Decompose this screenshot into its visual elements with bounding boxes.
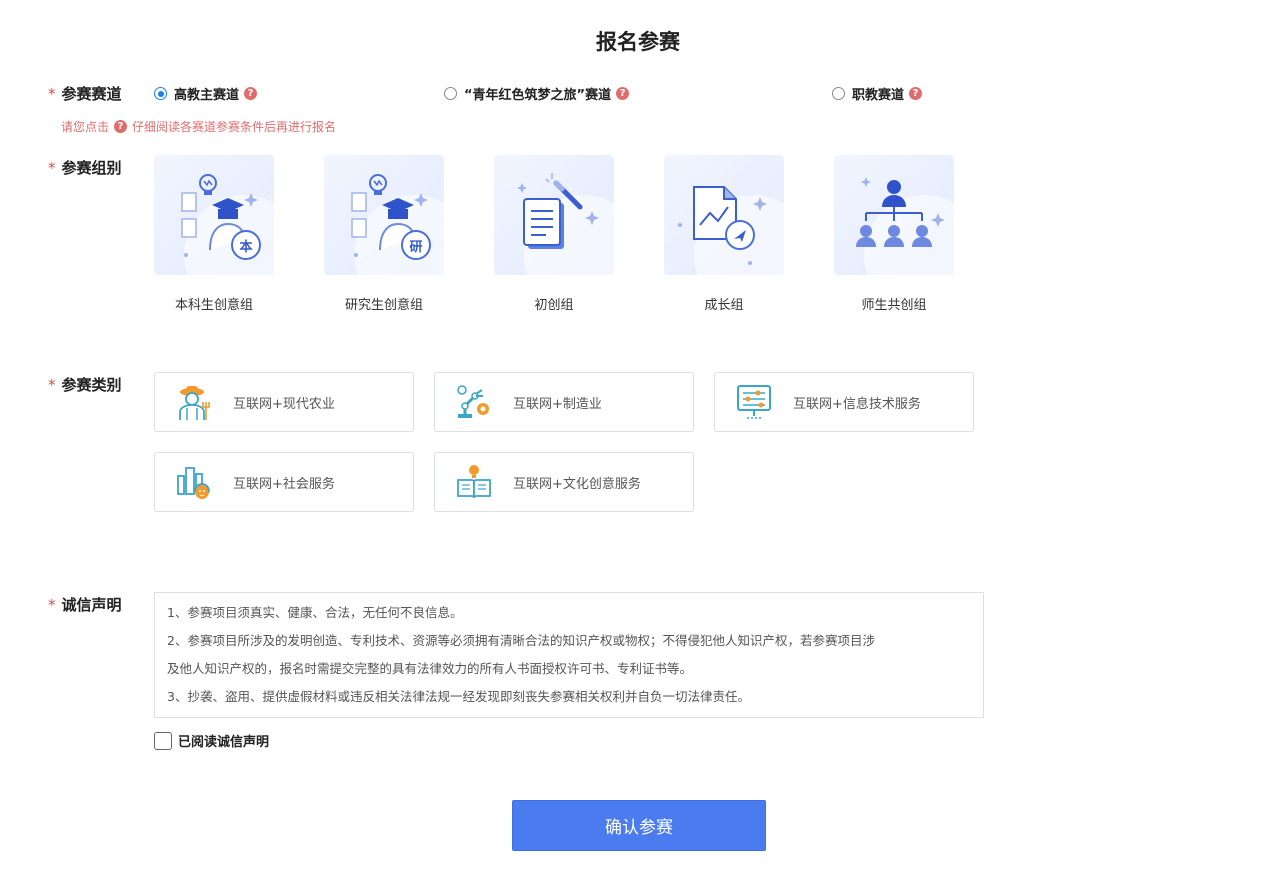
radio-button[interactable] bbox=[444, 87, 457, 100]
group-card-teacher-student[interactable]: 师生共创组 bbox=[834, 155, 954, 313]
category-label: 互联网+现代农业 bbox=[233, 396, 335, 412]
group-caption: 师生共创组 bbox=[861, 298, 927, 313]
group-label: * 参赛组别 bbox=[48, 157, 122, 178]
radio-vocational-track[interactable]: 职教赛道 ? bbox=[832, 84, 923, 103]
monitor-settings-icon bbox=[737, 385, 771, 419]
group-card-growth[interactable]: 成长组 bbox=[664, 155, 784, 313]
group-label-text: 参赛组别 bbox=[61, 159, 122, 177]
group-caption: 本科生创意组 bbox=[174, 298, 253, 313]
category-card-culture-creative[interactable]: 互联网+文化创意服务 bbox=[434, 452, 694, 512]
help-icon[interactable]: ? bbox=[244, 87, 258, 100]
required-mark: * bbox=[48, 85, 56, 103]
category-label: 互联网+信息技术服务 bbox=[793, 396, 921, 412]
chart-report-icon bbox=[664, 155, 784, 275]
help-icon: ? bbox=[114, 120, 128, 133]
radio-higher-edu-track[interactable]: 高教主赛道 ? bbox=[154, 84, 258, 103]
agree-checkbox[interactable] bbox=[154, 731, 172, 750]
statement-line: 1、参赛项目须真实、健康、合法，无任何不良信息。 bbox=[167, 605, 463, 620]
document-wand-icon bbox=[494, 155, 614, 275]
group-card-postgrad[interactable]: 研 研究生创意组 bbox=[324, 155, 444, 313]
radio-label: “青年红色筑梦之旅”赛道 bbox=[464, 88, 612, 103]
category-card-social-services[interactable]: 互联网+社会服务 bbox=[154, 452, 414, 512]
required-mark: * bbox=[48, 159, 56, 177]
category-card-agriculture[interactable]: 互联网+现代农业 bbox=[154, 372, 414, 432]
track-label-text: 参赛赛道 bbox=[61, 85, 122, 103]
category-label: 互联网+社会服务 bbox=[233, 476, 335, 492]
org-team-icon bbox=[834, 155, 954, 275]
help-icon[interactable]: ? bbox=[909, 87, 923, 100]
hint-text-after: 仔细阅读各赛道参赛条件后再进行报名 bbox=[132, 120, 337, 134]
statement-line: 及他人知识产权的，报名时需提交完整的具有法律效力的所有人书面授权许可书、专利证书… bbox=[167, 661, 693, 676]
help-icon[interactable]: ? bbox=[616, 87, 630, 100]
undergrad-idea-icon: 本 bbox=[154, 155, 274, 275]
category-card-manufacturing[interactable]: 互联网+制造业 bbox=[434, 372, 694, 432]
track-hint: 请您点击 ? 仔细阅读各赛道参赛条件后再进行报名 bbox=[61, 118, 336, 135]
postgrad-badge: 研 bbox=[409, 240, 423, 255]
confirm-submit-button[interactable]: 确认参赛 bbox=[512, 800, 766, 851]
farmer-icon bbox=[179, 386, 210, 420]
radio-label: 高教主赛道 bbox=[174, 88, 240, 103]
statement-line: 2、参赛项目所涉及的发明创造、专利技术、资源等必须拥有清晰合法的知识产权或物权；… bbox=[167, 633, 875, 648]
hint-text-before: 请您点击 bbox=[61, 120, 110, 134]
category-label-text: 参赛类别 bbox=[61, 376, 122, 394]
agree-checkbox-row[interactable]: 已阅读诚信声明 bbox=[154, 731, 269, 750]
statement-label: * 诚信声明 bbox=[48, 594, 122, 615]
category-label: 互联网+制造业 bbox=[513, 396, 602, 412]
group-card-startup[interactable]: 初创组 bbox=[494, 155, 614, 313]
group-caption: 研究生创意组 bbox=[344, 298, 423, 313]
integrity-statement-box: 1、参赛项目须真实、健康、合法，无任何不良信息。 2、参赛项目所涉及的发明创造、… bbox=[154, 592, 984, 718]
postgrad-idea-icon: 研 bbox=[324, 155, 444, 275]
city-support-icon bbox=[177, 467, 210, 499]
category-card-it-services[interactable]: 互联网+信息技术服务 bbox=[714, 372, 974, 432]
category-label: * 参赛类别 bbox=[48, 374, 122, 395]
statement-line: 3、抄袭、盗用、提供虚假材料或违反相关法律法规一经发现即刻丧失参赛相关权利并自负… bbox=[167, 689, 750, 704]
group-caption: 初创组 bbox=[534, 298, 574, 313]
agree-label: 已阅读诚信声明 bbox=[178, 735, 270, 750]
group-card-undergrad[interactable]: 本 本科生创意组 bbox=[154, 155, 274, 313]
radio-button-checked[interactable] bbox=[154, 87, 167, 100]
track-label: * 参赛赛道 bbox=[48, 83, 122, 104]
undergrad-badge: 本 bbox=[239, 240, 253, 255]
page-title: 报名参赛 bbox=[596, 30, 680, 54]
statement-label-text: 诚信声明 bbox=[61, 596, 122, 614]
required-mark: * bbox=[48, 376, 56, 394]
radio-label: 职教赛道 bbox=[852, 88, 905, 103]
group-caption: 成长组 bbox=[704, 298, 744, 313]
robot-arm-icon bbox=[457, 385, 489, 418]
radio-red-dream-track[interactable]: “青年红色筑梦之旅”赛道 ? bbox=[444, 84, 630, 103]
radio-button[interactable] bbox=[832, 87, 845, 100]
open-book-idea-icon bbox=[457, 465, 491, 499]
category-label: 互联网+文化创意服务 bbox=[513, 476, 641, 492]
required-mark: * bbox=[48, 596, 56, 614]
